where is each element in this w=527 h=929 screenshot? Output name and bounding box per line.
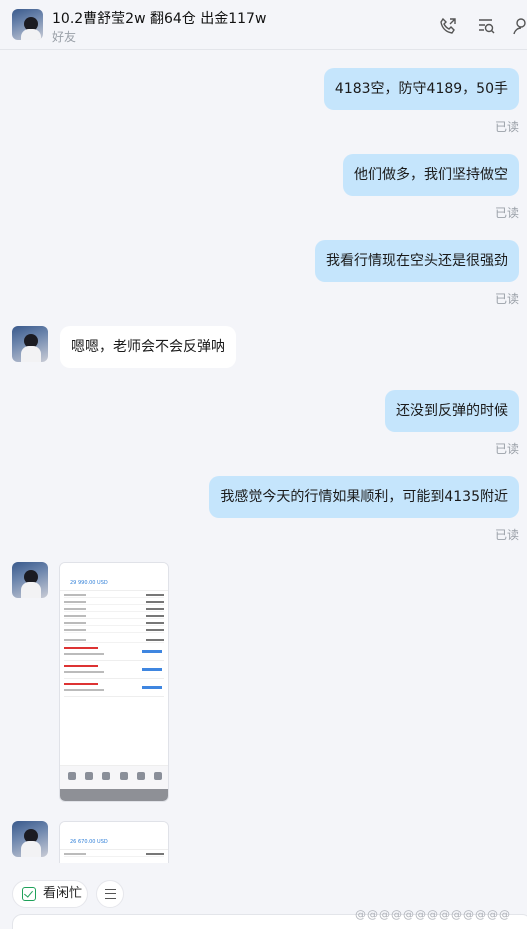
chat-header: 10.2曹舒莹2w 翻64仓 出金117w 好友 xyxy=(0,0,527,50)
sender-avatar[interactable] xyxy=(12,562,48,598)
screenshot-row xyxy=(64,637,164,643)
message-bubble-out[interactable]: 还没到反弹的时候 xyxy=(385,390,519,432)
screenshot-footer xyxy=(60,789,168,801)
image-message[interactable]: 29 990.00 USD xyxy=(59,562,169,802)
screenshot-trade xyxy=(64,680,164,697)
screenshot-trade xyxy=(64,644,164,661)
screenshot-header: 26 670.00 USD xyxy=(60,830,168,850)
message-bubble-out[interactable]: 我感觉今天的行情如果顺利，可能到4135附近 xyxy=(209,476,519,518)
check-busy-label: 看闲忙 xyxy=(43,886,83,901)
message-bubble-out[interactable]: 4183空，防守4189，50手 xyxy=(323,68,519,110)
screenshot-status-bar xyxy=(60,822,168,830)
message-bubble-in[interactable]: 嗯嗯，老师会不会反弹呐 xyxy=(60,326,236,368)
screenshot-balance: 29 990.00 USD xyxy=(70,580,108,586)
screenshot-row xyxy=(64,620,164,626)
sender-avatar[interactable] xyxy=(12,821,48,857)
contact-avatar[interactable] xyxy=(12,9,43,40)
message-bubble-out[interactable]: 我看行情现在空头还是很强劲 xyxy=(315,240,519,282)
screenshot-status-bar xyxy=(60,563,168,571)
screenshot-row xyxy=(64,627,164,633)
contact-icon[interactable] xyxy=(512,16,527,36)
sender-avatar[interactable] xyxy=(12,326,48,362)
read-status: 已读 xyxy=(494,206,519,220)
screenshot-nav xyxy=(60,765,168,789)
search-history-icon[interactable] xyxy=(476,16,496,36)
check-busy-button[interactable]: 看闲忙 xyxy=(12,880,88,908)
read-status: 已读 xyxy=(494,442,519,456)
menu-icon xyxy=(105,889,116,899)
screenshot-row xyxy=(64,606,164,612)
chat-subtitle: 好友 xyxy=(52,30,77,44)
read-status: 已读 xyxy=(494,120,519,134)
image-message[interactable]: 26 670.00 USD xyxy=(59,821,169,863)
screenshot-row xyxy=(64,851,164,857)
message-bubble-out[interactable]: 他们做多，我们坚持做空 xyxy=(343,154,519,196)
chat-title: 10.2曹舒莹2w 翻64仓 出金117w xyxy=(52,11,267,27)
watermark: @@@@@@@@@@@@@ xyxy=(355,908,511,921)
read-status: 已读 xyxy=(494,292,519,306)
call-icon[interactable] xyxy=(438,16,458,36)
menu-button[interactable] xyxy=(96,880,124,908)
screenshot-row xyxy=(64,613,164,619)
checkbox-icon xyxy=(22,887,36,901)
screenshot-trade xyxy=(64,662,164,679)
screenshot-row xyxy=(64,599,164,605)
screenshot-header: 29 990.00 USD xyxy=(60,571,168,591)
screenshot-balance: 26 670.00 USD xyxy=(70,839,108,845)
read-status: 已读 xyxy=(494,528,519,542)
screenshot-row xyxy=(64,592,164,598)
